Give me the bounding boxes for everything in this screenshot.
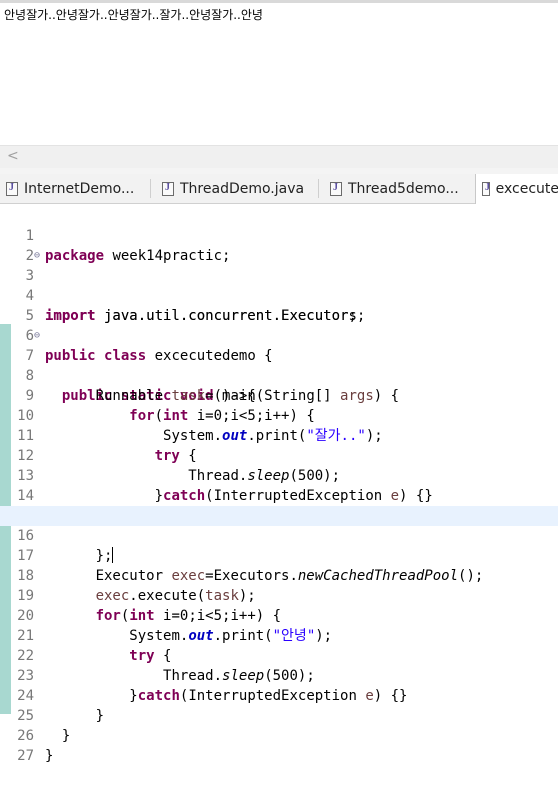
console-output: 안녕잘가..안녕잘가..안녕잘가..잘가..안녕잘가..안녕 [4,8,263,22]
code-line-19: 19 for(int i=0;i<5;i++) { [0,566,558,624]
code-line-7: 7 ⊖ public static void main(String[] arg… [0,326,558,404]
code-line-5: 5 [0,286,558,324]
code-line-26: 26 } [0,706,558,764]
code-line-23: 23 }catch(InterruptedException e) {} [0,646,558,704]
java-file-icon [330,181,342,196]
java-file-icon [162,181,174,196]
editor-tab-bar: InternetDemo... ThreadDemo.java Thread5d… [0,174,558,204]
fold-icon[interactable]: ⊖ [34,326,40,346]
code-line-16-current: 16 }; [0,506,558,564]
code-line-8: 8 Runnable task=()->{ [0,346,558,404]
fold-icon[interactable]: ⊖ [34,246,40,266]
java-file-icon [6,181,18,196]
code-line-11: 11 try { [0,406,558,464]
tab-label: ThreadDemo.java [180,180,305,197]
code-line-21: 21 try { [0,606,558,664]
code-line-22: 22 Thread.sleep(500); [0,626,558,684]
console-top-border [0,0,558,3]
code-line-2: 2 [0,226,558,264]
code-line-20: 20 System.out.print("안녕"); [0,586,558,644]
tab-threaddemo[interactable]: ThreadDemo.java [156,174,314,203]
code-line-24: 24 } [0,666,558,724]
code-line-9: 9 for(int i=0;i<5;i++) { [0,366,558,424]
code-line-15: 15 [0,486,558,524]
code-line-12: 12 Thread.sleep(500); [0,426,558,484]
tab-thread5demo[interactable]: Thread5demo... [324,174,474,203]
code-line-1: 1 package week14practic; [0,206,558,264]
tab-label: excecute [495,181,558,197]
java-file-icon [482,182,490,196]
code-line-25: 25 } [0,686,558,744]
code-line-13: 13 }catch(InterruptedException e) {} [0,446,558,504]
code-line-18: 18 exec.execute(task); [0,546,558,604]
code-line-4: 4 import java.util.concurrent.Executors; [0,266,558,324]
code-line-3: 3 ⊖ import java.util.concurrent.Executor… [0,246,558,324]
tab-internetdemo[interactable]: InternetDemo... [0,174,150,203]
scroll-left-icon[interactable]: < [7,148,19,164]
line-number: 27 [17,748,34,764]
code-line-17: 17 Executor exec=Executors.newCachedThre… [0,526,558,584]
code-line-14: 14 } [0,466,558,524]
code-line-27: 27 [0,726,558,764]
console-panel: 안녕잘가..안녕잘가..안녕잘가..잘가..안녕잘가..안녕 [0,0,558,145]
tab-label: InternetDemo... [24,180,135,197]
tab-separator [150,179,151,198]
code-line-10: 10 System.out.print("잘가.."); [0,386,558,444]
code-line-6: 6 public class excecutedemo { [0,306,558,364]
tab-excecutedemo[interactable]: excecute [475,174,558,204]
code-editor[interactable]: 1 package week14practic; 2 3 ⊖ import ja… [0,204,558,764]
console-horizontal-scrollbar[interactable]: < [0,145,558,168]
tab-separator [318,179,319,198]
tab-label: Thread5demo... [348,180,459,197]
